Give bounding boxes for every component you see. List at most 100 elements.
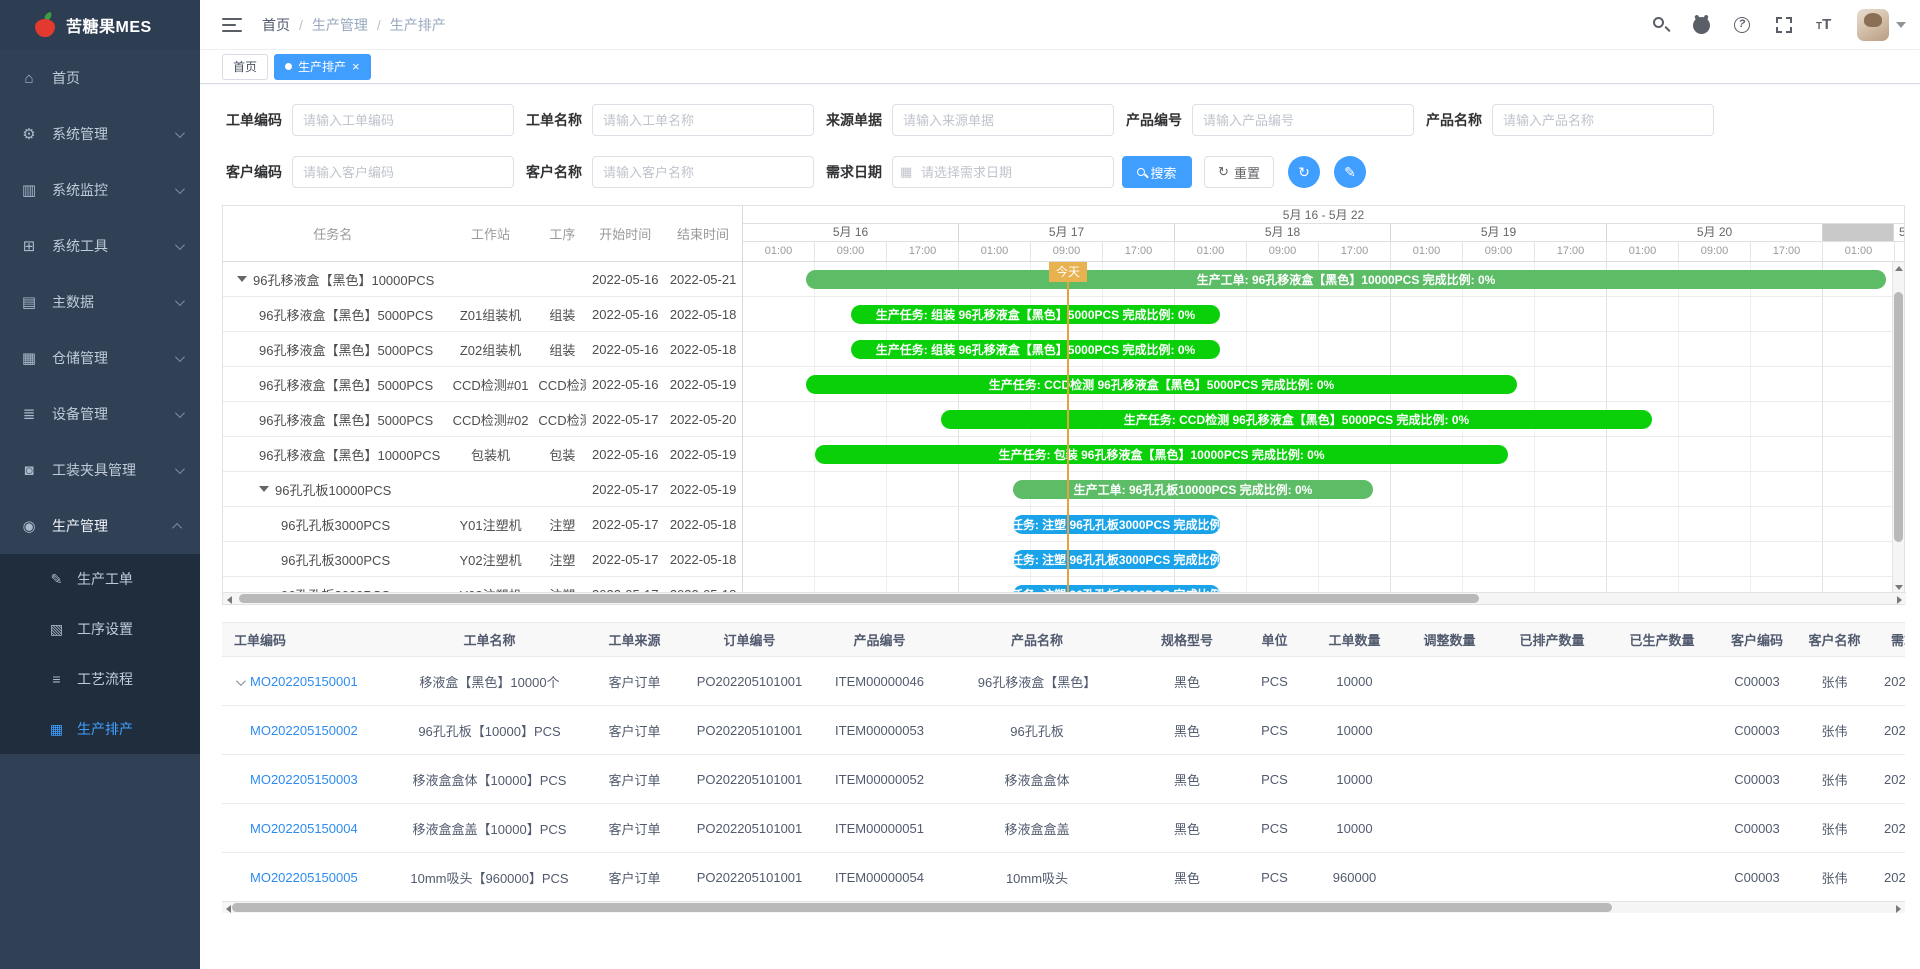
- workorder-name-input[interactable]: [592, 104, 814, 136]
- row-expand-caret-icon[interactable]: [259, 486, 269, 492]
- gantt-task-row[interactable]: 96孔移液盒【黑色】5000PCSZ01组装机组装2022-05-162022-…: [223, 297, 742, 332]
- avatar[interactable]: [1857, 9, 1889, 41]
- gantt-task-row[interactable]: 96孔移液盒【黑色】5000PCSCCD检测#02CCD检测2022-05-17…: [223, 402, 742, 437]
- gantt-cell: 2022-05-18: [664, 517, 742, 532]
- gantt-bar-label: 生产任务: CCD检测 96孔移液盒【黑色】5000PCS 完成比例: 0%: [1124, 411, 1469, 428]
- refresh-round-button[interactable]: ↻: [1288, 156, 1320, 188]
- orders-col-2: 工单来源: [587, 630, 682, 649]
- gantt-hscroll-thumb[interactable]: [239, 594, 1479, 603]
- workorder-code-input[interactable]: [292, 104, 514, 136]
- gantt-bar-task-blue[interactable]: 生产任务: 注塑 96孔孔板3000PCS 完成比例: 0%: [1013, 550, 1220, 569]
- orders-row[interactable]: MO20220515000510mm吸头【960000】PCS客户订单PO202…: [222, 853, 1905, 902]
- sidebar-item-system-monitor[interactable]: ▥系统监控: [0, 162, 200, 218]
- breadcrumb-item[interactable]: 生产管理: [312, 15, 368, 35]
- edit-round-button[interactable]: ✎: [1334, 156, 1366, 188]
- task-name-text: 96孔移液盒【黑色】5000PCS: [259, 375, 433, 394]
- gantt-hour-tick: 01:00: [1391, 242, 1463, 262]
- sidebar-item-tooling-fixture-management[interactable]: ◙工装夹具管理: [0, 442, 200, 498]
- gantt-bar-task[interactable]: 生产任务: 组装 96孔移液盒【黑色】5000PCS 完成比例: 0%: [851, 340, 1220, 359]
- sidebar-item-equipment-management[interactable]: ≣设备管理: [0, 386, 200, 442]
- submenu-item-production-workorder[interactable]: ✎生产工单: [0, 554, 200, 604]
- sidebar-item-system-management[interactable]: ⚙系统管理: [0, 106, 200, 162]
- gantt-hour-tick: 09:00: [1679, 242, 1751, 262]
- gantt-task-name: 96孔孔板10000PCS: [223, 480, 443, 499]
- gantt-bar-task[interactable]: 生产任务: CCD检测 96孔移液盒【黑色】5000PCS 完成比例: 0%: [941, 410, 1652, 429]
- help-icon[interactable]: ?: [1734, 16, 1752, 34]
- gantt-task-row[interactable]: 96孔移液盒【黑色】10000PCS包装机包装2022-05-162022-05…: [223, 437, 742, 472]
- breadcrumb-item[interactable]: 生产排产: [390, 15, 446, 35]
- user-menu[interactable]: [1857, 9, 1906, 41]
- orders-cell-4: ITEM00000052: [817, 772, 942, 787]
- github-icon[interactable]: [1693, 16, 1711, 34]
- orders-row[interactable]: MO202205150001移液盒【黑色】10000个客户订单PO2022051…: [222, 657, 1905, 706]
- orders-hscroll-thumb[interactable]: [232, 903, 1612, 912]
- gantt-task-row[interactable]: 96孔移液盒【黑色】10000PCS2022-05-162022-05-21: [223, 262, 742, 297]
- sidebar-item-warehouse-management[interactable]: ▦仓储管理: [0, 330, 200, 386]
- sidebar-item-system-tools[interactable]: ⊞系统工具: [0, 218, 200, 274]
- customer-name-input[interactable]: [592, 156, 814, 188]
- tab-production-scheduling[interactable]: 生产排产×: [274, 54, 371, 80]
- orders-cell-0: MO202205150004: [222, 821, 392, 836]
- row-expand-icon[interactable]: [236, 676, 246, 686]
- gantt-vertical-scrollbar[interactable]: [1892, 262, 1904, 594]
- customer-code-input[interactable]: [292, 156, 514, 188]
- orders-cell-13: 张伟: [1797, 770, 1872, 789]
- gantt-horizontal-scrollbar[interactable]: [223, 592, 1906, 604]
- font-size-icon[interactable]: TT: [1816, 16, 1834, 34]
- search-icon[interactable]: [1652, 16, 1670, 34]
- orders-horizontal-scrollbar[interactable]: [222, 901, 1905, 913]
- orders-row[interactable]: MO202205150004移液盒盒盖【10000】PCS客户订单PO20220…: [222, 804, 1905, 853]
- sidebar-item-production-management[interactable]: ◉生产管理: [0, 498, 200, 554]
- workorder-link[interactable]: MO202205150002: [250, 723, 358, 738]
- sidebar-fold-icon[interactable]: [222, 18, 242, 32]
- gantt-task-row[interactable]: 96孔移液盒【黑色】5000PCSZ02组装机组装2022-05-162022-…: [223, 332, 742, 367]
- task-name-text: 96孔孔板3000PCS: [281, 515, 390, 534]
- grid-hline: [743, 366, 1894, 367]
- sidebar-item-home[interactable]: ⌂首页: [0, 50, 200, 106]
- gantt-task-name: 96孔移液盒【黑色】5000PCS: [223, 410, 443, 429]
- workorder-link[interactable]: MO202205150001: [250, 674, 358, 689]
- gantt-bar-label: 生产工单: 96孔孔板10000PCS 完成比例: 0%: [1074, 481, 1313, 498]
- tab-home[interactable]: 首页: [222, 54, 268, 80]
- list-icon: ≡: [48, 671, 65, 687]
- gantt-bar-task[interactable]: 生产任务: CCD检测 96孔移液盒【黑色】5000PCS 完成比例: 0%: [806, 375, 1517, 394]
- gantt-day-label: 5月 16: [833, 225, 868, 239]
- orders-cell-13: 张伟: [1797, 721, 1872, 740]
- reset-button[interactable]: ↻重置: [1204, 156, 1274, 188]
- orders-cell-8: 10000: [1307, 674, 1402, 689]
- gantt-task-row[interactable]: 96孔移液盒【黑色】5000PCSCCD检测#01CCD检测2022-05-16…: [223, 367, 742, 402]
- gantt-vscroll-thumb[interactable]: [1894, 292, 1903, 542]
- sidebar-menu: ⌂首页⚙系统管理▥系统监控⊞系统工具▤主数据▦仓储管理≣设备管理◙工装夹具管理◉…: [0, 50, 200, 754]
- due-date-input[interactable]: [892, 156, 1114, 188]
- tab-close-icon[interactable]: ×: [352, 60, 360, 73]
- workorder-link[interactable]: MO202205150004: [250, 821, 358, 836]
- logo[interactable]: 苦糖果MES: [0, 0, 200, 50]
- gantt-bar-task-blue[interactable]: 生产任务: 注塑 96孔孔板3000PCS 完成比例: 0%: [1013, 515, 1220, 534]
- gantt-bar-order[interactable]: 生产工单: 96孔移液盒【黑色】10000PCS 完成比例: 0%: [806, 270, 1886, 289]
- submenu-item-production-scheduling[interactable]: ▦生产排产: [0, 704, 200, 754]
- gantt-task-row[interactable]: 96孔孔板3000PCSY01注塑机注塑2022-05-172022-05-18: [223, 507, 742, 542]
- row-expand-caret-icon[interactable]: [237, 276, 247, 282]
- date-input-wrap: ▦: [892, 156, 1114, 188]
- search-button[interactable]: 搜索: [1122, 156, 1192, 188]
- gantt-col-0: 任务名: [223, 224, 443, 243]
- gantt-task-row[interactable]: 96孔孔板3000PCSY02注塑机注塑2022-05-172022-05-18: [223, 542, 742, 577]
- breadcrumb-item[interactable]: 首页: [262, 15, 290, 35]
- orders-row[interactable]: MO20220515000296孔孔板【10000】PCS客户订单PO20220…: [222, 706, 1905, 755]
- workorder-link[interactable]: MO202205150003: [250, 772, 358, 787]
- orders-cell-13: 张伟: [1797, 868, 1872, 887]
- sidebar-item-master-data[interactable]: ▤主数据: [0, 274, 200, 330]
- orders-row[interactable]: MO202205150003移液盒盒体【10000】PCS客户订单PO20220…: [222, 755, 1905, 804]
- gantt-bar-task[interactable]: 生产任务: 组装 96孔移液盒【黑色】5000PCS 完成比例: 0%: [851, 305, 1220, 324]
- workorder-link[interactable]: MO202205150005: [250, 870, 358, 885]
- product-code-input[interactable]: [1192, 104, 1414, 136]
- gantt-task-row[interactable]: 96孔孔板10000PCS2022-05-172022-05-19: [223, 472, 742, 507]
- submenu-item-process-settings[interactable]: ▧工序设置: [0, 604, 200, 654]
- product-name-input[interactable]: [1492, 104, 1714, 136]
- fullscreen-icon[interactable]: [1775, 16, 1793, 34]
- gantt-bar-task[interactable]: 生产任务: 包装 96孔移液盒【黑色】10000PCS 完成比例: 0%: [815, 445, 1508, 464]
- source-doc-input[interactable]: [892, 104, 1114, 136]
- submenu-item-process-flow[interactable]: ≡工艺流程: [0, 654, 200, 704]
- orders-cell-6: 黑色: [1132, 868, 1242, 887]
- gantt-hour-tick: 01:00: [1607, 242, 1679, 262]
